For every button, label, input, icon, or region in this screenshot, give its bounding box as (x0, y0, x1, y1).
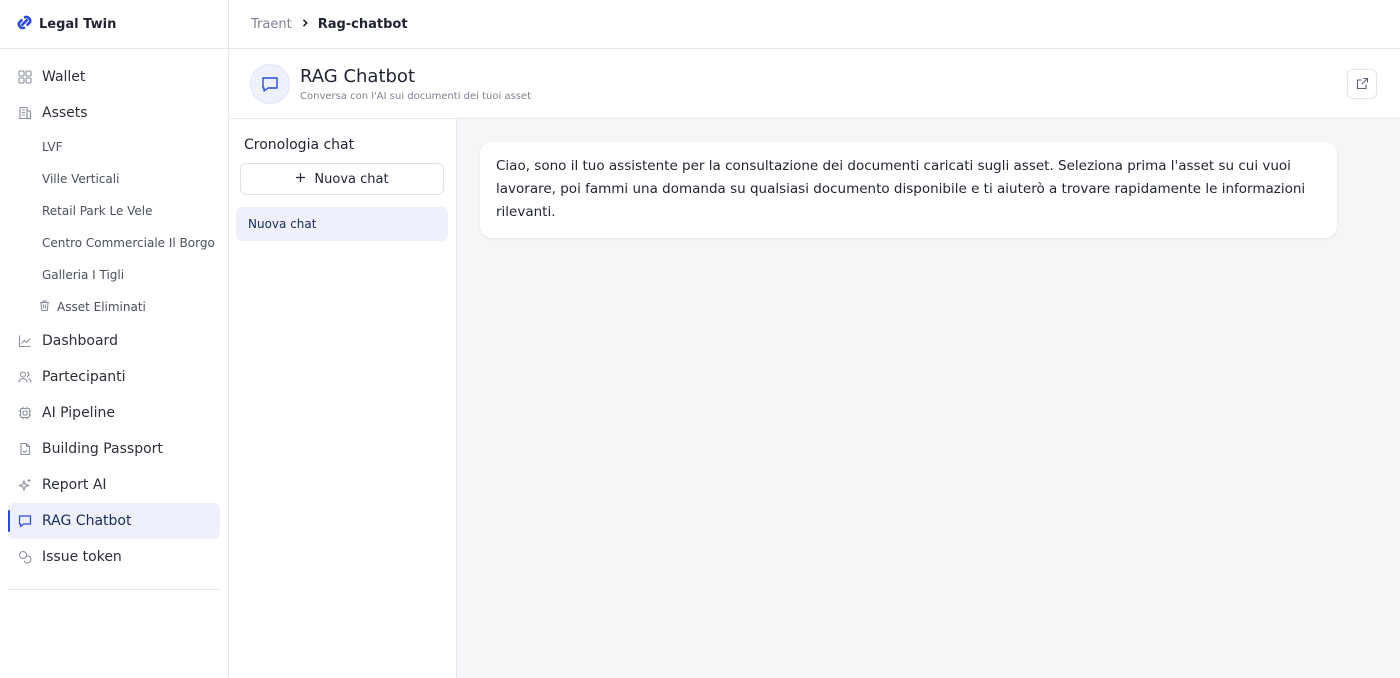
asset-item-deleted-label: Asset Eliminati (57, 300, 146, 314)
sidebar-item-label: Wallet (42, 69, 86, 85)
assistant-message: Ciao, sono il tuo assistente per la cons… (480, 142, 1337, 238)
asset-item-retail-park-le-vele[interactable]: Retail Park Le Vele (42, 195, 228, 227)
building-icon (17, 105, 33, 121)
sidebar-item-label: Partecipanti (42, 369, 126, 385)
sidebar-item-label: Building Passport (42, 441, 163, 457)
asset-item-centro-commerciale-il-borgo[interactable]: Centro Commerciale Il Borgo (42, 227, 228, 259)
breadcrumb: Traent Rag-chatbot (229, 0, 1400, 49)
open-external-button[interactable] (1347, 69, 1377, 99)
chat-history-title: Cronologia chat (244, 137, 355, 153)
external-link-icon (1356, 75, 1369, 94)
sparkles-icon (17, 477, 33, 493)
breadcrumb-parent[interactable]: Traent (251, 17, 292, 32)
page-subtitle: Conversa con l'AI sui documenti dei tuoi… (300, 90, 532, 102)
asset-item-ville-verticali[interactable]: Ville Verticali (42, 163, 228, 195)
asset-item-lvf[interactable]: LVF (42, 131, 228, 163)
sidebar-item-issue-token[interactable]: Issue token (8, 539, 220, 575)
sidebar-nav: Wallet Assets LVF Ville Verticali Retail… (0, 49, 228, 575)
asset-item-deleted[interactable]: Asset Eliminati (38, 291, 228, 323)
coins-icon (17, 549, 33, 565)
grid-icon (17, 69, 33, 85)
sidebar-item-label: Report AI (42, 477, 107, 493)
plus-icon (295, 172, 306, 187)
cpu-icon (17, 405, 33, 421)
page-header: RAG Chatbot Conversa con l'AI sui docume… (229, 49, 1400, 119)
chat-area: Ciao, sono il tuo assistente per la cons… (457, 119, 1400, 678)
chat-history-item[interactable]: Nuova chat (236, 207, 448, 241)
sidebar-item-label: AI Pipeline (42, 405, 115, 421)
new-chat-label: Nuova chat (314, 171, 389, 187)
sidebar-item-ai-pipeline[interactable]: AI Pipeline (8, 395, 220, 431)
sidebar-item-assets[interactable]: Assets (8, 95, 220, 131)
sidebar-item-wallet[interactable]: Wallet (8, 59, 220, 95)
new-chat-button[interactable]: Nuova chat (240, 163, 444, 195)
sidebar-item-label: Issue token (42, 549, 122, 565)
sidebar: Legal Twin Wallet Assets LVF Ville Verti… (0, 0, 229, 678)
chat-history-panel: Cronologia chat Nuova chat Nuova chat (229, 119, 457, 678)
sidebar-item-building-passport[interactable]: Building Passport (8, 431, 220, 467)
asset-item-galleria-i-tigli[interactable]: Galleria I Tigli (42, 259, 228, 291)
sidebar-item-label: Dashboard (42, 333, 118, 349)
page-title: RAG Chatbot (300, 65, 416, 87)
sidebar-item-dashboard[interactable]: Dashboard (8, 323, 220, 359)
brand-name: Legal Twin (39, 16, 117, 32)
users-icon (17, 369, 33, 385)
sidebar-item-label: RAG Chatbot (42, 513, 132, 529)
chat-icon (17, 513, 33, 529)
document-icon (17, 441, 33, 457)
sidebar-divider (8, 589, 220, 590)
sidebar-item-partecipanti[interactable]: Partecipanti (8, 359, 220, 395)
link-logo-icon (16, 14, 33, 35)
sidebar-item-label: Assets (42, 105, 88, 121)
chart-icon (17, 333, 33, 349)
sidebar-item-rag-chatbot[interactable]: RAG Chatbot (8, 503, 220, 539)
brand[interactable]: Legal Twin (0, 0, 228, 49)
trash-icon (38, 299, 51, 315)
chat-icon (250, 63, 290, 104)
breadcrumb-current: Rag-chatbot (317, 16, 408, 32)
sidebar-item-report-ai[interactable]: Report AI (8, 467, 220, 503)
chevron-right-icon (300, 17, 310, 31)
